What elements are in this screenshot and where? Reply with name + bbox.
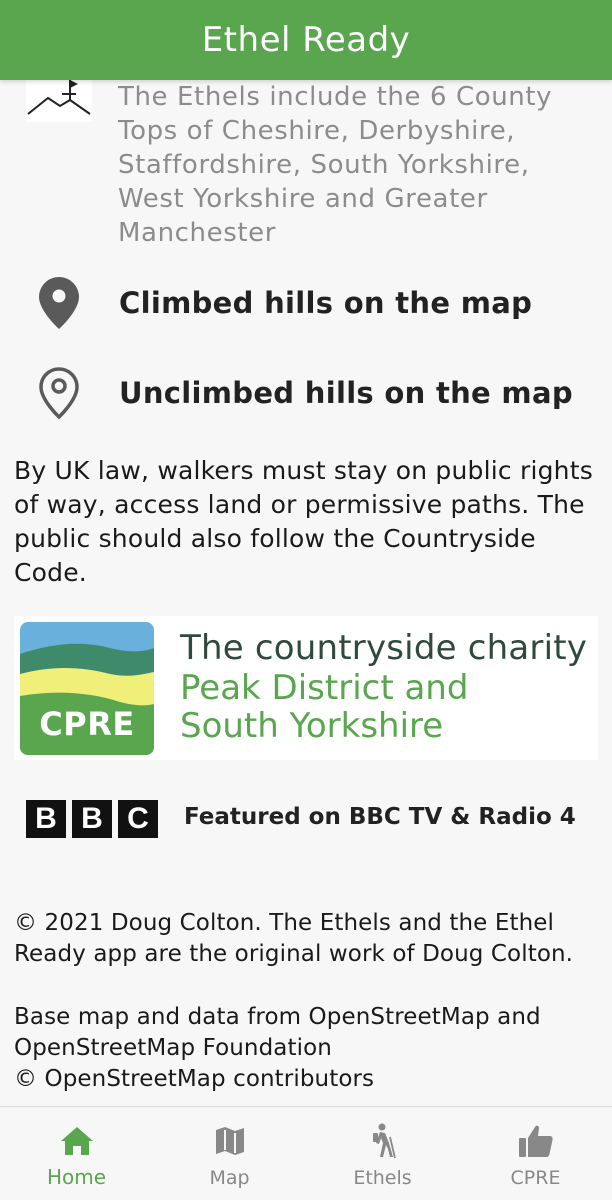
tab-home[interactable]: Home <box>0 1107 153 1200</box>
ethel-intro: The Ethels include the 6 County Tops of … <box>0 80 612 260</box>
tab-home-label: Home <box>46 1165 107 1189</box>
bbc-feature-text: Featured on BBC TV & Radio 4 <box>184 804 576 830</box>
bbc-letter-b1: B <box>26 800 66 838</box>
map-pin-outline-icon <box>39 367 79 420</box>
cpre-tagline: The countryside charity <box>180 628 588 668</box>
home-icon <box>59 1123 95 1159</box>
map-icon <box>212 1123 248 1159</box>
tab-ethels[interactable]: Ethels <box>306 1107 459 1200</box>
osm-attribution-line1: Base map and data from OpenStreetMap and… <box>14 1004 541 1061</box>
app-title: Ethel Ready <box>201 20 411 60</box>
legend-climbed: Climbed hills on the map <box>0 268 612 338</box>
ethel-intro-text: The Ethels include the 6 County Tops of … <box>118 82 553 248</box>
osm-attribution: Base map and data from OpenStreetMap and… <box>14 1002 604 1095</box>
legend-unclimbed-label: Unclimbed hills on the map <box>119 376 573 410</box>
cpre-region-line1: Peak District and <box>180 668 469 708</box>
cpre-badge-text: CPRE <box>39 705 135 743</box>
bbc-feature: B B C Featured on BBC TV & Radio 4 <box>0 792 612 846</box>
thumbs-up-icon <box>518 1123 554 1159</box>
bbc-letter-b2: B <box>72 800 112 838</box>
tab-cpre-label: CPRE <box>510 1167 561 1189</box>
map-pin-filled-icon <box>39 277 79 329</box>
tab-map[interactable]: Map <box>153 1107 306 1200</box>
copyright-text: © 2021 Doug Colton. The Ethels and the E… <box>14 910 574 967</box>
cpre-logo: CPRE <box>20 622 154 755</box>
legend-climbed-label: Climbed hills on the map <box>119 286 533 320</box>
app-header: Ethel Ready <box>0 0 612 80</box>
cpre-banner[interactable]: CPRE The countryside charity Peak Distri… <box>14 616 598 760</box>
bbc-letter-c: C <box>118 800 158 838</box>
bbc-logo: B B C <box>26 800 158 838</box>
cpre-region-line2: South Yorkshire <box>180 706 444 746</box>
summit-flag-icon <box>26 80 92 122</box>
bottom-tab-bar: Home Map Ethels CPRE <box>0 1106 612 1200</box>
osm-attribution-line2: © OpenStreetMap contributors <box>14 1066 375 1092</box>
legend-unclimbed: Unclimbed hills on the map <box>0 358 612 428</box>
tab-map-label: Map <box>209 1167 250 1189</box>
access-law-text: By UK law, walkers must stay on public r… <box>14 456 593 587</box>
tab-ethels-label: Ethels <box>353 1167 412 1189</box>
hiker-icon <box>365 1123 401 1159</box>
tab-cpre[interactable]: CPRE <box>459 1107 612 1200</box>
home-content[interactable]: The Ethels include the 6 County Tops of … <box>0 80 612 1106</box>
